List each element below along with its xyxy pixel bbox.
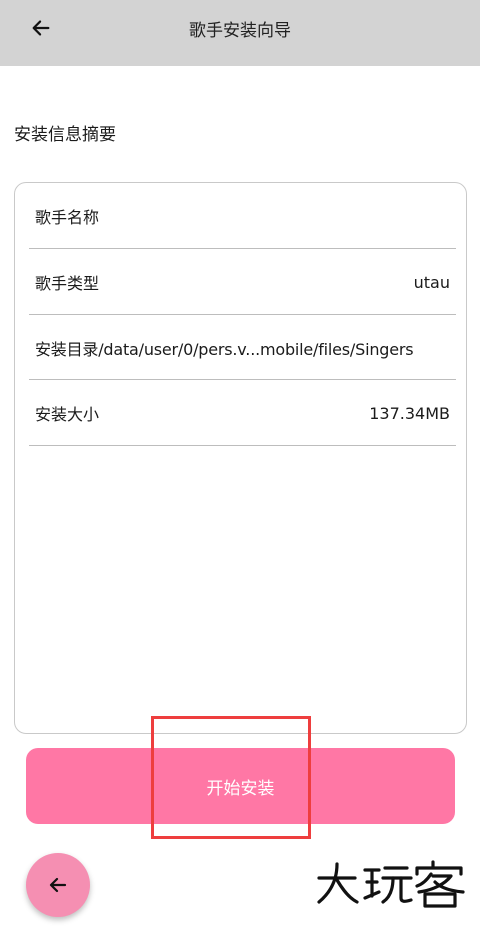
summary-card: 歌手名称 歌手类型 utau 安装目录/data/user/0/pers.v..… (14, 182, 467, 734)
row-value: /data/user/0/pers.v...mobile/files/Singe… (98, 340, 414, 359)
summary-row-install-dir: 安装目录/data/user/0/pers.v...mobile/files/S… (29, 315, 456, 381)
row-value: 137.34MB (369, 403, 450, 423)
row-label: 歌手类型 (35, 274, 100, 293)
row-label: 安装目录/data/user/0/pers.v...mobile/files/S… (29, 336, 414, 360)
row-label: 歌手名称 (35, 208, 100, 227)
arrow-left-icon (49, 877, 67, 893)
summary-row-install-size: 安装大小 137.34MB (29, 380, 456, 446)
row-label-text: 安装目录 (35, 340, 99, 359)
summary-heading: 安装信息摘要 (14, 125, 116, 145)
top-app-bar: 歌手安装向导 (0, 0, 480, 66)
watermark-logo (315, 858, 465, 908)
summary-row-singer-type: 歌手类型 utau (29, 249, 456, 315)
divider (29, 445, 456, 446)
page-title: 歌手安装向导 (189, 21, 291, 41)
back-fab[interactable] (26, 853, 90, 917)
row-value: utau (413, 272, 450, 292)
start-install-button[interactable]: 开始安装 (26, 748, 455, 824)
watermark-logo-art (317, 860, 465, 908)
row-label: 安装大小 (35, 405, 100, 424)
summary-row-singer-name: 歌手名称 (29, 183, 456, 249)
